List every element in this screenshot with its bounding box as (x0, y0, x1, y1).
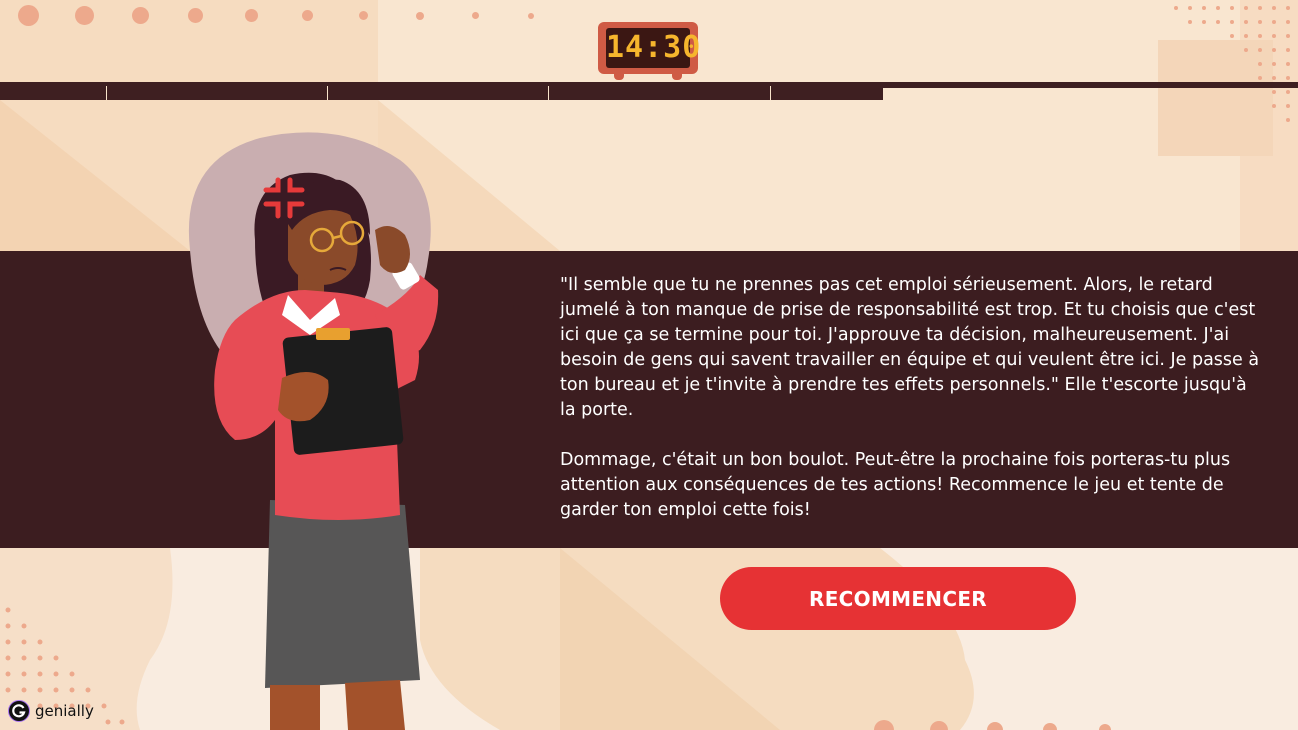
decor-dot (188, 8, 203, 23)
decor-dot-grid-right (1174, 6, 1290, 122)
progress-divider (106, 86, 107, 100)
progress-fill (0, 82, 883, 100)
decor-dot (472, 12, 479, 19)
decor-dot (1043, 723, 1057, 730)
clock-leg (614, 72, 624, 80)
decor-dot (302, 10, 313, 21)
decor-dot (245, 9, 258, 22)
decor-dot (18, 5, 39, 26)
decor-dot (416, 12, 424, 20)
decor-dot (359, 11, 368, 20)
progress-divider (548, 86, 549, 100)
progress-divider (770, 86, 771, 100)
decor-dot (1099, 724, 1111, 730)
genially-logo-icon (8, 700, 30, 722)
decor-dot (132, 7, 149, 24)
angry-boss-character (188, 132, 439, 730)
game-scene: 14:30 "Il semble que tu ne prennes pas c… (0, 0, 1298, 730)
dialog-paragraph: Dommage, c'était un bon boulot. Peut-êtr… (560, 450, 1231, 520)
clock-leg (672, 72, 682, 80)
genially-logo[interactable]: genially (8, 698, 94, 724)
dialog-paragraph: "Il semble que tu ne prennes pas cet emp… (560, 275, 1260, 420)
anger-icon (263, 177, 305, 219)
clock-time: 14:30 (606, 28, 700, 68)
progress-divider (327, 86, 328, 100)
decor-dot (528, 13, 534, 19)
genially-logo-text: genially (35, 702, 94, 720)
restart-button[interactable]: RECOMMENCER (720, 567, 1076, 630)
decor-dot (75, 6, 94, 25)
dialog-text: "Il semble que tu ne prennes pas cet emp… (560, 273, 1260, 523)
